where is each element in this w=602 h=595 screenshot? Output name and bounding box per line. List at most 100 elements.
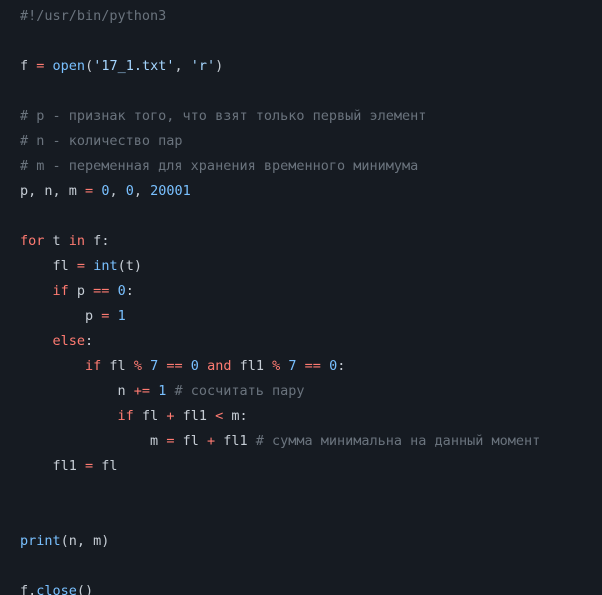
code-token: += xyxy=(134,383,150,399)
code-token xyxy=(150,383,158,399)
code-token: 7 xyxy=(150,358,158,374)
code-token: '17_1.txt' xyxy=(93,58,174,74)
code-token: in xyxy=(69,233,85,249)
code-token: ( xyxy=(85,58,93,74)
code-block: #!/usr/bin/python3 f = open('17_1.txt', … xyxy=(0,0,602,595)
code-token: ( xyxy=(118,258,126,274)
code-token: m xyxy=(223,408,239,424)
code-token: f xyxy=(85,233,101,249)
code-line: # m - переменная для хранения временного… xyxy=(20,158,418,174)
code-token: fl xyxy=(134,408,167,424)
code-token: # p - признак того, что взят только перв… xyxy=(20,108,426,124)
code-token: if xyxy=(118,408,134,424)
code-line: else: xyxy=(20,333,93,349)
code-line: print(n, m) xyxy=(20,533,109,549)
code-token: % xyxy=(134,358,142,374)
code-token: print xyxy=(20,533,61,549)
code-token: == xyxy=(93,283,109,299)
code-token: # сосчитать пару xyxy=(174,383,304,399)
code-line: if fl % 7 == 0 and fl1 % 7 == 0: xyxy=(20,358,345,374)
code-token: , xyxy=(174,58,190,74)
code-token xyxy=(109,283,117,299)
code-line: # n - количество пар xyxy=(20,133,183,149)
code-token: close xyxy=(36,583,77,595)
code-token: , xyxy=(109,183,125,199)
code-token: % xyxy=(272,358,280,374)
code-token: f. xyxy=(20,583,36,595)
code-token: else xyxy=(53,333,86,349)
code-token: = xyxy=(85,458,93,474)
code-line: fl1 = fl xyxy=(20,458,118,474)
code-token xyxy=(199,358,207,374)
code-line: f.close() xyxy=(20,583,93,595)
code-token: int xyxy=(93,258,117,274)
code-line: p, n, m = 0, 0, 20001 xyxy=(20,183,191,199)
code-token: 0 xyxy=(118,283,126,299)
code-token: fl xyxy=(20,258,77,274)
code-line: n += 1 # сосчитать пару xyxy=(20,383,305,399)
code-token: ( xyxy=(61,533,69,549)
code-token xyxy=(321,358,329,374)
code-token: : xyxy=(337,358,345,374)
code-token: == xyxy=(305,358,321,374)
code-line: #!/usr/bin/python3 xyxy=(20,8,166,24)
code-line: for t in f: xyxy=(20,233,109,249)
code-token: p xyxy=(69,283,93,299)
code-line: # p - признак того, что взят только перв… xyxy=(20,108,426,124)
code-token: #!/usr/bin/python3 xyxy=(20,8,166,24)
code-token: if xyxy=(53,283,69,299)
code-token: fl1 xyxy=(215,433,256,449)
code-line: fl = int(t) xyxy=(20,258,142,274)
code-line: f = open('17_1.txt', 'r') xyxy=(20,58,223,74)
code-token: ) xyxy=(215,58,223,74)
code-token: , xyxy=(134,183,150,199)
code-token: if xyxy=(85,358,101,374)
code-token: = xyxy=(77,258,85,274)
code-token: ) xyxy=(101,533,109,549)
code-token: # сумма минимальна на данный момент xyxy=(256,433,540,449)
code-token: () xyxy=(77,583,93,595)
code-token: 0 xyxy=(329,358,337,374)
code-token: open xyxy=(53,58,86,74)
code-token xyxy=(20,408,118,424)
code-token: : xyxy=(85,333,93,349)
code-token: # n - количество пар xyxy=(20,133,183,149)
code-token: == xyxy=(166,358,182,374)
code-token: fl xyxy=(93,458,117,474)
code-token: : xyxy=(101,233,109,249)
code-token xyxy=(183,358,191,374)
code-line: if p == 0: xyxy=(20,283,134,299)
code-token xyxy=(109,308,117,324)
code-token: m xyxy=(20,433,166,449)
code-token: ) xyxy=(134,258,142,274)
code-token: f xyxy=(20,58,36,74)
code-token xyxy=(20,358,85,374)
code-token: fl xyxy=(101,358,134,374)
code-token: fl1 xyxy=(20,458,85,474)
code-token: fl xyxy=(174,433,207,449)
code-token: p xyxy=(20,308,101,324)
code-line: if fl + fl1 < m: xyxy=(20,408,248,424)
code-token: 7 xyxy=(288,358,296,374)
code-token xyxy=(297,358,305,374)
code-token: 0 xyxy=(126,183,134,199)
code-token: and xyxy=(207,358,231,374)
code-token: fl1 xyxy=(231,358,272,374)
code-token: : xyxy=(126,283,134,299)
code-token: n xyxy=(20,383,134,399)
code-token: 0 xyxy=(191,358,199,374)
code-token: : xyxy=(240,408,248,424)
code-token: fl1 xyxy=(174,408,215,424)
code-token xyxy=(85,258,93,274)
code-token: 1 xyxy=(118,308,126,324)
code-token: 'r' xyxy=(191,58,215,74)
code-line: m = fl + fl1 # сумма минимальна на данны… xyxy=(20,433,540,449)
code-line: p = 1 xyxy=(20,308,126,324)
code-token xyxy=(142,358,150,374)
code-token: = xyxy=(85,183,93,199)
code-token: n, m xyxy=(69,533,102,549)
code-token: 20001 xyxy=(150,183,191,199)
code-token: + xyxy=(207,433,215,449)
code-token: for xyxy=(20,233,44,249)
code-token: # m - переменная для хранения временного… xyxy=(20,158,418,174)
